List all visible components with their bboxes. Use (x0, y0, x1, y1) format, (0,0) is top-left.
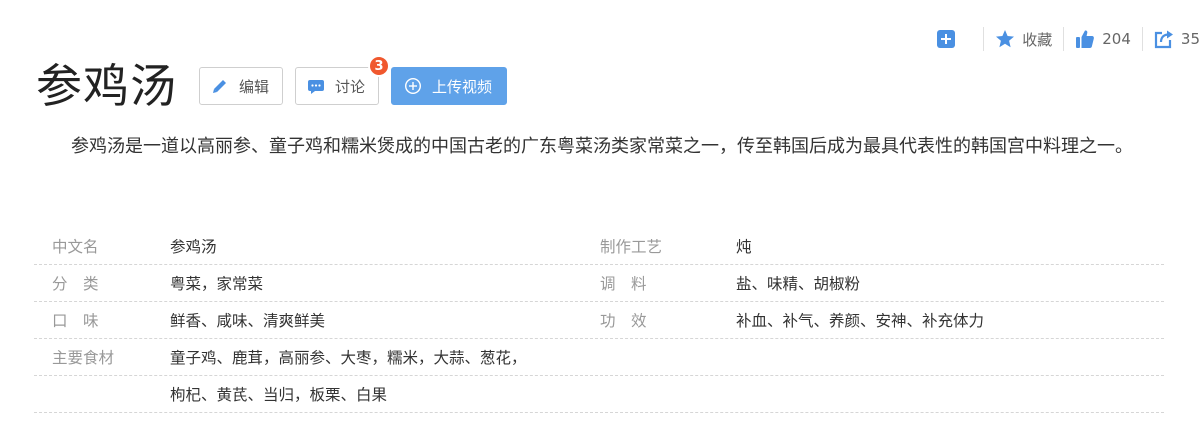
info-label: 制作工艺 (600, 238, 663, 256)
toolbar: 收藏 204 35 (936, 26, 1200, 52)
pencil-icon (211, 77, 229, 95)
summary-paragraph: 参鸡汤是一道以高丽参、童子鸡和糯米煲成的中国古老的广东粤菜汤类家常菜之一，传至韩… (71, 136, 1133, 157)
like-button[interactable]: 204 (1075, 26, 1131, 52)
info-label: 分 类 (52, 275, 99, 293)
basic-info-table: 中文名 参鸡汤 制作工艺 炖 分 类 粤菜，家常菜 调 料 盐、味精、胡椒粉 口… (34, 228, 1164, 413)
info-label: 主要食材 (52, 349, 115, 367)
info-value: 枸杞、黄芪、当归，板栗、白果 (170, 386, 388, 404)
edit-button[interactable]: 编辑 (199, 67, 284, 105)
title-row: 参鸡汤 编辑 讨论 3 上传视频 (36, 55, 519, 116)
page-title: 参鸡汤 (36, 59, 177, 113)
info-value: 鲜香、咸味、清爽鲜美 (170, 312, 326, 330)
share-button[interactable]: 35 (1154, 26, 1200, 52)
edit-label: 编辑 (239, 77, 270, 96)
info-label: 功 效 (600, 312, 647, 330)
info-value: 炖 (736, 238, 752, 256)
info-value: 盐、味精、胡椒粉 (736, 275, 861, 293)
info-label: 调 料 (600, 275, 647, 293)
upload-video-label: 上传视频 (432, 77, 493, 96)
share-icon (1154, 29, 1174, 49)
like-count: 204 (1102, 30, 1131, 48)
collect-label: 收藏 (1022, 30, 1053, 49)
info-value: 粤菜，家常菜 (170, 275, 264, 293)
info-label: 口 味 (52, 312, 99, 330)
add-icon (936, 29, 956, 49)
toolbar-divider (983, 27, 985, 51)
plus-circle-icon (404, 77, 422, 95)
info-value: 参鸡汤 (170, 238, 217, 256)
info-row: 口 味 鲜香、咸味、清爽鲜美 功 效 补血、补气、养颜、安神、补充体力 (34, 302, 1164, 339)
info-value: 补血、补气、养颜、安神、补充体力 (736, 312, 985, 330)
collect-button[interactable]: 收藏 (995, 26, 1052, 52)
star-icon (995, 29, 1015, 49)
discuss-button[interactable]: 讨论 3 (295, 55, 391, 105)
info-row: 枸杞、黄芪、当归，板栗、白果 (34, 376, 1164, 413)
discuss-count-badge: 3 (368, 55, 391, 77)
toolbar-divider (1063, 27, 1065, 51)
share-count: 35 (1180, 30, 1200, 48)
discuss-label: 讨论 (335, 77, 366, 96)
upload-video-button[interactable]: 上传视频 (391, 67, 508, 105)
info-value: 童子鸡、鹿茸，高丽参、大枣，糯米，大蒜、葱花， (170, 349, 527, 367)
add-button[interactable] (936, 26, 972, 52)
thumbs-up-icon (1075, 29, 1095, 49)
toolbar-divider (1141, 27, 1143, 51)
info-row: 中文名 参鸡汤 制作工艺 炖 (34, 228, 1164, 265)
chat-icon (307, 77, 325, 95)
info-row: 主要食材 童子鸡、鹿茸，高丽参、大枣，糯米，大蒜、葱花， (34, 339, 1164, 376)
info-row: 分 类 粤菜，家常菜 调 料 盐、味精、胡椒粉 (34, 265, 1164, 302)
info-label: 中文名 (52, 238, 99, 256)
